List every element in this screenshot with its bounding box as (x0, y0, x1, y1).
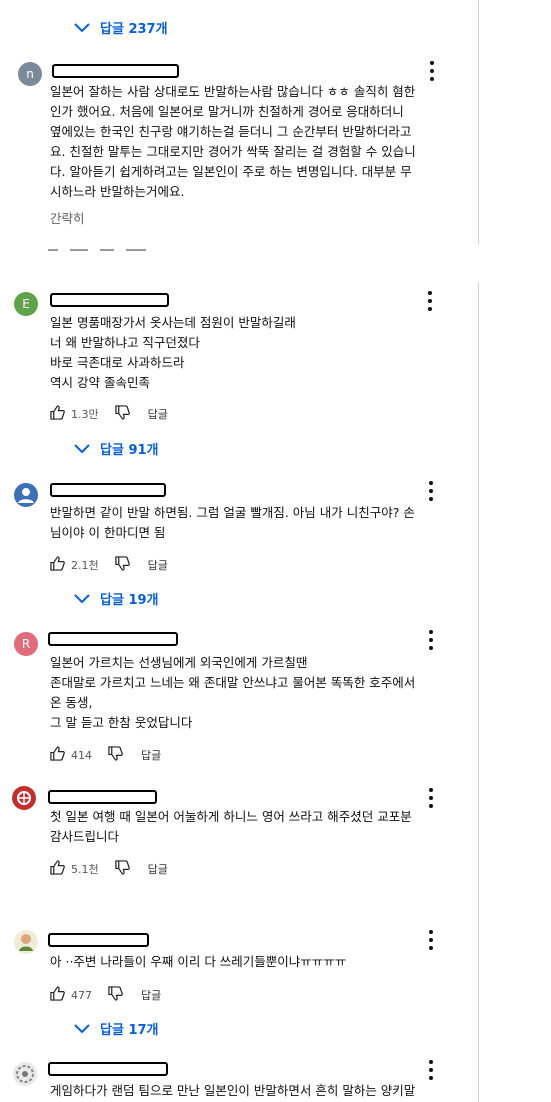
replies-label: 답글 237개 (100, 22, 168, 37)
reply-button[interactable]: 답글 (148, 406, 168, 422)
like-count: 2.1천 (71, 559, 99, 572)
reply-button[interactable]: 답글 (148, 861, 168, 877)
more-options-button[interactable] (428, 788, 434, 808)
dislike-icon[interactable] (114, 556, 130, 574)
replies-label: 답글 19개 (100, 593, 159, 608)
replies-label: 답글 17개 (100, 1023, 159, 1038)
chevron-down-icon (74, 443, 90, 453)
like-icon[interactable] (50, 556, 65, 574)
redacted-username (48, 1062, 168, 1076)
reply-button[interactable]: 답글 (141, 987, 161, 1003)
like-count: 5.1천 (71, 863, 99, 876)
more-options-button[interactable] (428, 630, 434, 650)
comment-actions: 5.1천 답글 (50, 860, 168, 878)
comment-text: 아 ··주변 나라들이 우째 이리 다 쓰레기들뿐이냐ㅠㅠㅠㅠ (50, 954, 347, 969)
avatar[interactable]: E (14, 292, 38, 316)
comment-text: 첫 일본 여행 때 일본어 어눌하게 하니느 영어 쓰라고 해주셨던 교포분 감… (50, 809, 412, 844)
reply-button[interactable]: 답글 (141, 747, 161, 763)
show-less-link[interactable]: 간략히 (50, 208, 85, 227)
reply-button[interactable]: 답글 (148, 557, 168, 573)
redacted-username (50, 293, 169, 307)
replies-toggle[interactable]: 답글 19개 (74, 589, 159, 608)
more-options-button[interactable] (429, 61, 435, 81)
redacted-username (50, 483, 166, 497)
dislike-icon[interactable] (108, 986, 123, 1004)
like-icon[interactable] (50, 746, 65, 764)
replies-toggle[interactable]: 답글 17개 (74, 1019, 159, 1038)
more-options-button[interactable] (428, 930, 434, 950)
comment-text: 게임하다가 랜덤 팀으로 만난 일본인이 반말하면서 흔히 말하는 양키말 (50, 1083, 416, 1098)
comment-text: 일본어 가르치는 선생님에게 외국인에게 가르칠땐 존대말로 가르치고 느네는 … (50, 655, 416, 730)
like-count: 477 (71, 988, 92, 1002)
redacted-username (48, 790, 157, 804)
like-count: 414 (71, 748, 92, 762)
avatar[interactable] (13, 1062, 37, 1086)
comment-text: 일본어 잘하는 사람 상대로도 반말하는사람 많습니다 ㅎㅎ 솔직히 혐한 인가… (50, 84, 416, 199)
avatar[interactable]: n (18, 62, 42, 86)
like-icon[interactable] (50, 860, 65, 878)
avatar[interactable]: R (14, 632, 38, 656)
chevron-down-icon (74, 1023, 90, 1033)
comment-actions: 2.1천 답글 (50, 556, 168, 574)
redacted-username (48, 933, 149, 947)
profile-image-icon (16, 1065, 34, 1083)
emblem-icon (17, 791, 31, 805)
dislike-icon[interactable] (114, 405, 130, 423)
replies-toggle[interactable]: 답글 237개 (74, 18, 168, 37)
panel-edge (478, 282, 479, 1102)
redacted-username (48, 632, 178, 646)
like-icon[interactable] (50, 405, 65, 423)
dislike-icon[interactable] (108, 746, 123, 764)
replies-label: 답글 91개 (100, 443, 159, 458)
panel-edge (478, 0, 479, 244)
replies-toggle[interactable]: 답글 91개 (74, 439, 159, 458)
like-count: 1.3만 (71, 408, 99, 421)
comment-actions: 1.3만 답글 (50, 405, 168, 423)
comment-actions: 477 답글 (50, 986, 161, 1004)
user-icon (18, 488, 34, 503)
chevron-down-icon (74, 22, 90, 32)
comment-text: 반말하면 같이 반말 하면됨. 그럼 얼굴 빨개짐. 아님 내가 니친구야? 손… (50, 505, 415, 540)
comment-text: 일본 명품매장가서 옷사는데 점원이 반말하길래 너 왜 반말하냐고 직구던졌다… (50, 315, 296, 390)
more-options-button[interactable] (428, 481, 434, 501)
chevron-down-icon (74, 593, 90, 603)
avatar[interactable] (14, 483, 38, 507)
redacted-username (52, 64, 179, 78)
avatar[interactable] (12, 786, 36, 810)
cut-off-action-row (48, 236, 178, 251)
dislike-icon[interactable] (114, 860, 130, 878)
avatar[interactable] (14, 930, 38, 954)
comment-actions: 414 답글 (50, 746, 161, 764)
profile-image-icon (19, 934, 33, 951)
more-options-button[interactable] (427, 291, 433, 311)
like-icon[interactable] (50, 986, 65, 1004)
more-options-button[interactable] (428, 1060, 434, 1080)
